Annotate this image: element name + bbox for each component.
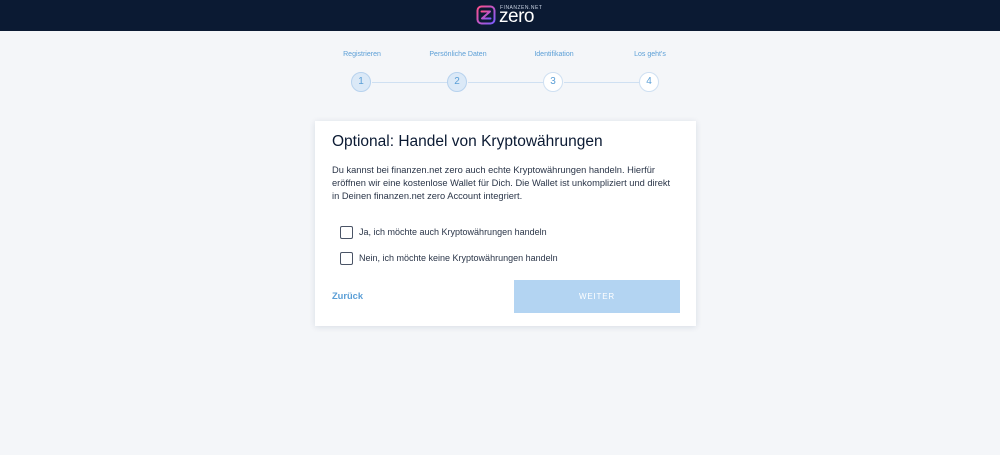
step-circle-3: 3 xyxy=(543,72,563,92)
progress-stepper: Registrieren Persönliche Daten Identifik… xyxy=(0,0,1000,110)
crypto-option-card: Optional: Handel von Kryptowährungen Du … xyxy=(315,121,696,326)
option-yes-crypto[interactable]: Ja, ich möchte auch Kryptowährungen hand… xyxy=(340,226,660,240)
option-no-label[interactable]: Nein, ich möchte keine Kryptowährungen h… xyxy=(359,253,558,263)
checkbox-yes[interactable] xyxy=(340,226,353,239)
card-title: Optional: Handel von Kryptowährungen xyxy=(332,133,603,150)
step-connector xyxy=(564,82,640,83)
step-circle-4: 4 xyxy=(639,72,659,92)
step-circle-2: 2 xyxy=(447,72,467,92)
next-button[interactable]: WEITER xyxy=(514,280,680,313)
step-circle-1: 1 xyxy=(351,72,371,92)
back-link[interactable]: Zurück xyxy=(332,291,363,301)
option-yes-label[interactable]: Ja, ich möchte auch Kryptowährungen hand… xyxy=(359,227,547,237)
step-label-start: Los geht's xyxy=(634,51,666,58)
checkbox-no[interactable] xyxy=(340,252,353,265)
step-connector xyxy=(372,82,448,83)
card-description: Du kannst bei finanzen.net zero auch ech… xyxy=(332,165,671,201)
option-no-crypto[interactable]: Nein, ich möchte keine Kryptowährungen h… xyxy=(340,252,660,266)
step-connector xyxy=(468,82,544,83)
